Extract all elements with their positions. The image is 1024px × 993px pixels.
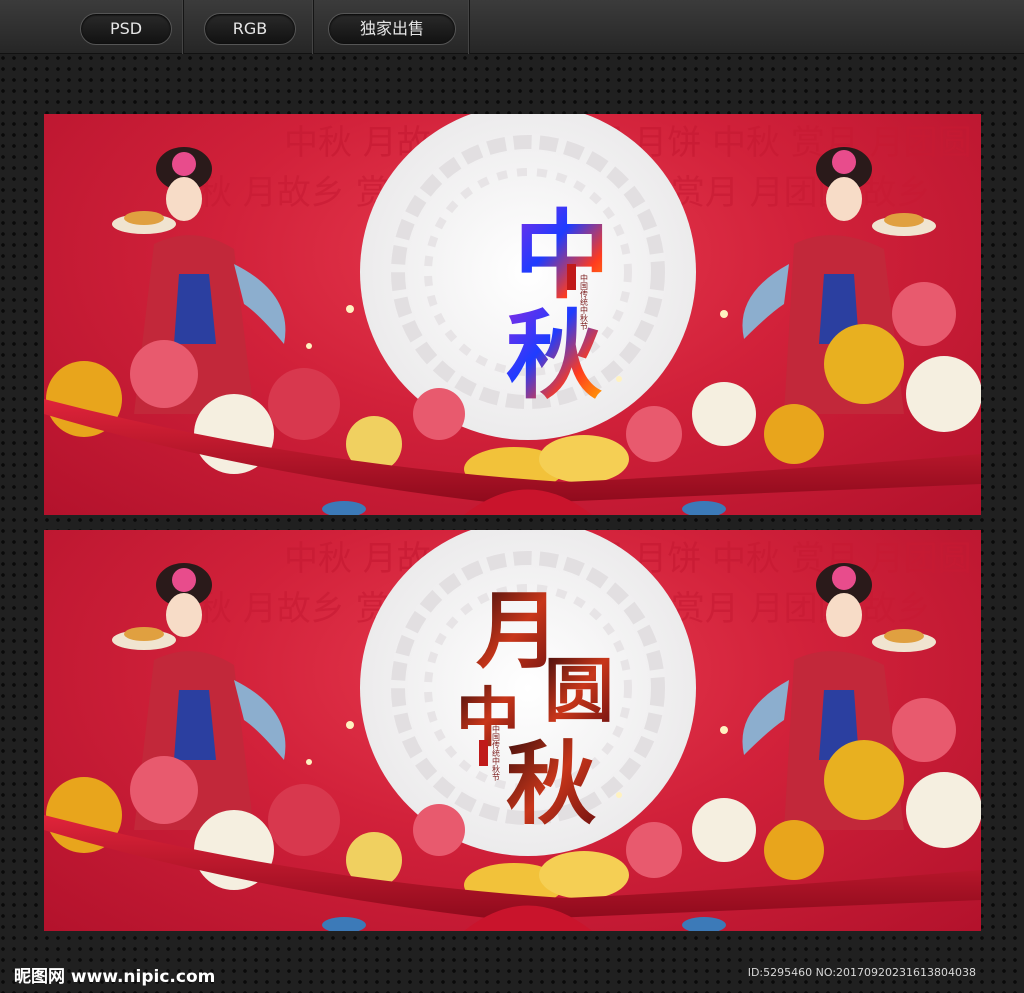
- image-id-text: ID:5295460 NO:20170920231613804038: [747, 966, 976, 979]
- tab-cell-psd: PSD: [0, 0, 184, 54]
- rgb-tag[interactable]: RGB: [204, 13, 296, 45]
- title-caption: 中国传统中秋节: [492, 724, 501, 782]
- title-char-yuan: 圆: [544, 649, 614, 732]
- seal-stamp: [479, 740, 488, 766]
- seal-stamp: [567, 264, 576, 290]
- exclusive-sale-tag[interactable]: 独家出售: [328, 13, 456, 45]
- banner-bottom: 中秋 月故乡 赏月 团圆 月饼 中秋 赏月 月团圆 故乡 中秋 月故乡 赏月 团…: [44, 530, 981, 931]
- title-caption: 中国传统中秋节: [580, 273, 589, 331]
- title-char-qiu: 秋: [506, 731, 596, 837]
- preview-page: PSD RGB 独家出售 中秋 月故乡 月饼 中秋 赏月 月团圆 月故乡 赏月 …: [0, 0, 1024, 993]
- title-char-zhong: 中: [514, 199, 610, 312]
- site-logo: 昵图网 www.nipic.com: [14, 967, 216, 987]
- tab-cell-exclusive: 独家出售: [314, 0, 470, 54]
- banner-top-art: 中秋 月故乡 赏月 团圆 月饼 中秋 赏月 月团圆 故乡 中秋 月故乡 赏月 团…: [44, 114, 981, 515]
- banner-bottom-art: 中秋 月故乡 赏月 团圆 月饼 中秋 赏月 月团圆 故乡 中秋 月故乡 赏月 团…: [44, 530, 981, 931]
- psd-tag[interactable]: PSD: [80, 13, 172, 45]
- tab-cell-rgb: RGB: [184, 0, 314, 54]
- top-toolbar: PSD RGB 独家出售: [0, 0, 1024, 54]
- banner-top: 中秋 月故乡 赏月 团圆 月饼 中秋 赏月 月团圆 故乡 中秋 月故乡 赏月 团…: [44, 114, 981, 515]
